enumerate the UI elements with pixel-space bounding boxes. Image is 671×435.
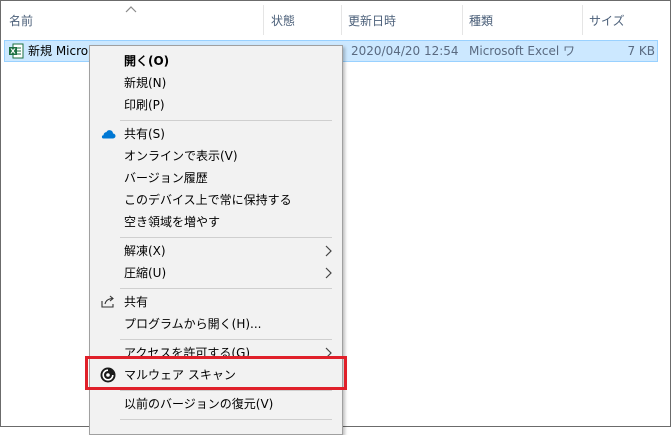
menu-item-label: 共有 bbox=[124, 295, 149, 309]
menu-item-share[interactable]: 共有 bbox=[92, 291, 340, 313]
sort-ascending-icon bbox=[125, 6, 137, 13]
menu-item-always-keep[interactable]: このデバイス上で常に保持する bbox=[92, 189, 340, 211]
column-header-modified[interactable]: 更新日時 bbox=[348, 1, 396, 37]
svg-text:X: X bbox=[10, 48, 16, 56]
column-divider[interactable] bbox=[462, 5, 463, 35]
menu-item-extract[interactable]: 解凍(X) bbox=[92, 240, 340, 262]
menu-item-share-onedrive[interactable]: 共有(S) bbox=[92, 123, 340, 145]
column-header-size[interactable]: サイズ bbox=[589, 1, 625, 37]
file-modified: 2020/04/20 12:54 bbox=[351, 44, 459, 58]
menu-item-label: 印刷(P) bbox=[124, 98, 165, 112]
menu-separator bbox=[120, 237, 332, 238]
column-header-status[interactable]: 状態 bbox=[271, 1, 295, 37]
column-header-type[interactable]: 種類 bbox=[469, 1, 493, 37]
menu-item-label: 以前のバージョンの復元(V) bbox=[124, 397, 274, 411]
menu-item-view-online[interactable]: オンラインで表示(V) bbox=[92, 145, 340, 167]
column-header-name[interactable]: 名前 bbox=[9, 1, 33, 37]
menu-item-restore-previous[interactable]: 以前のバージョンの復元(V) bbox=[92, 393, 340, 415]
menu-item-label: 空き領域を増やす bbox=[124, 215, 221, 229]
menu-item-label: 共有(S) bbox=[124, 127, 165, 141]
menu-item-label: プログラムから開く(H)... bbox=[124, 317, 262, 331]
menu-item-open[interactable]: 開く(O) bbox=[92, 50, 340, 72]
menu-item-label: 圧縮(U) bbox=[124, 266, 167, 280]
file-size: 7 KB bbox=[627, 44, 655, 58]
menu-item-label: 新規(N) bbox=[124, 76, 167, 90]
column-divider[interactable] bbox=[582, 5, 583, 35]
file-type: Microsoft Excel ワ bbox=[469, 44, 576, 58]
menu-separator bbox=[120, 288, 332, 289]
menu-separator bbox=[120, 390, 332, 391]
menu-separator bbox=[120, 120, 332, 121]
column-divider[interactable] bbox=[263, 5, 264, 35]
share-icon bbox=[101, 295, 114, 308]
column-header: 名前 状態 更新日時 種類 サイズ bbox=[1, 1, 670, 37]
menu-separator bbox=[120, 339, 332, 340]
file-name: 新規 Micro bbox=[28, 44, 89, 58]
menu-item-version-history[interactable]: バージョン履歴 bbox=[92, 167, 340, 189]
highlight-box bbox=[85, 356, 347, 390]
chevron-right-icon bbox=[325, 267, 332, 279]
menu-item-label: 解凍(X) bbox=[124, 244, 166, 258]
onedrive-cloud-icon bbox=[101, 130, 116, 139]
chevron-right-icon bbox=[325, 245, 332, 257]
menu-item-label: 開く(O) bbox=[124, 54, 170, 68]
menu-item-print[interactable]: 印刷(P) bbox=[92, 94, 340, 116]
menu-item-free-space[interactable]: 空き領域を増やす bbox=[92, 211, 340, 233]
menu-item-label: オンラインで表示(V) bbox=[124, 149, 238, 163]
column-divider[interactable] bbox=[341, 5, 342, 35]
menu-item-label: このデバイス上で常に保持する bbox=[124, 193, 292, 207]
menu-separator bbox=[120, 419, 332, 420]
menu-item-compress[interactable]: 圧縮(U) bbox=[92, 262, 340, 284]
menu-item-new[interactable]: 新規(N) bbox=[92, 72, 340, 94]
excel-file-icon: X bbox=[9, 43, 24, 59]
menu-item-open-with[interactable]: プログラムから開く(H)... bbox=[92, 313, 340, 335]
menu-item-label: バージョン履歴 bbox=[124, 171, 208, 185]
